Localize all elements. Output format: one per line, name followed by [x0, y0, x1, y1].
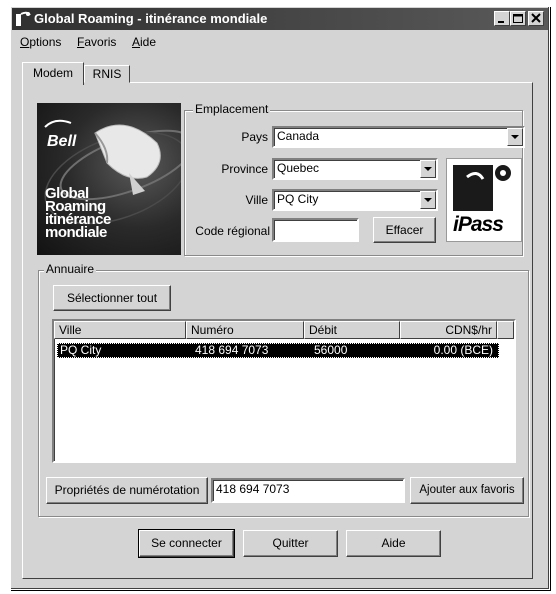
window-title: Global Roaming - itinérance mondiale — [34, 11, 268, 26]
row-city: PQ City — [60, 343, 102, 357]
minimize-button[interactable] — [494, 11, 510, 26]
province-dropdown-button[interactable] — [420, 160, 436, 178]
row-speed: 56000 — [314, 343, 348, 357]
city-label: Ville — [245, 193, 268, 207]
tab-rnis[interactable]: RNIS — [84, 65, 130, 83]
chevron-down-icon — [424, 198, 432, 202]
bell-logo: Bell — [47, 133, 77, 150]
column-header-city[interactable]: Ville — [54, 321, 186, 339]
table-row[interactable]: PQ City 418 694 7073 56000 0.00 (BCE) — [57, 343, 499, 358]
help-button[interactable]: Aide — [346, 530, 441, 557]
clear-button[interactable]: Effacer — [373, 217, 436, 243]
app-icon — [15, 11, 31, 27]
ipass-logo-text: iPass — [453, 213, 504, 236]
minimize-icon — [498, 21, 504, 23]
phone-number-list[interactable]: Ville Numéro Débit CDN$/hr PQ City 418 6… — [52, 319, 516, 463]
country-dropdown-button[interactable] — [507, 128, 523, 146]
location-legend: Emplacement — [193, 102, 271, 116]
title-bar[interactable]: Global Roaming - itinérance mondiale — [12, 8, 548, 30]
chevron-down-icon — [511, 135, 519, 139]
maximize-icon — [513, 14, 523, 23]
province-label: Province — [221, 162, 268, 176]
column-header-speed[interactable]: Débit — [304, 321, 400, 339]
dialing-properties-button[interactable]: Propriétés de numérotation — [46, 477, 208, 504]
bell-global-roaming-image: Bell Global Roaming itinérance mondiale — [37, 103, 181, 255]
add-favorites-button[interactable]: Ajouter aux favoris — [410, 477, 524, 504]
menu-bar: Options Favoris Aide — [12, 32, 548, 52]
image-caption: Global Roaming itinérance mondiale — [45, 185, 111, 241]
select-all-button[interactable]: Sélectionner tout — [53, 285, 171, 311]
quit-button[interactable]: Quitter — [243, 530, 338, 557]
area-code-input[interactable] — [272, 218, 359, 242]
city-select[interactable]: PQ City — [272, 189, 438, 211]
close-icon — [531, 13, 541, 23]
row-number: 418 694 7073 — [195, 343, 269, 357]
menu-options[interactable]: Options — [20, 35, 61, 49]
close-button[interactable] — [528, 11, 544, 26]
column-header-filler — [497, 321, 514, 339]
directory-legend: Annuaire — [44, 262, 97, 276]
menu-aide[interactable]: Aide — [132, 35, 156, 49]
phone-number-field[interactable]: 418 694 7073 — [211, 478, 405, 503]
maximize-button[interactable] — [510, 11, 526, 26]
city-dropdown-button[interactable] — [420, 191, 436, 209]
province-select[interactable]: Quebec — [272, 158, 438, 180]
country-label: Pays — [241, 130, 268, 144]
area-code-label: Code régional — [195, 224, 270, 238]
connect-button[interactable]: Se connecter — [138, 529, 235, 558]
ipass-logo: iPass — [446, 158, 522, 242]
column-header-rate[interactable]: CDN$/hr — [400, 321, 497, 339]
menu-favoris[interactable]: Favoris — [77, 35, 116, 49]
country-select[interactable]: Canada — [272, 126, 525, 148]
chevron-down-icon — [424, 167, 432, 171]
column-header-number[interactable]: Numéro — [186, 321, 304, 339]
tab-modem[interactable]: Modem — [22, 62, 84, 85]
row-rate: 0.00 (BCE) — [433, 343, 493, 357]
